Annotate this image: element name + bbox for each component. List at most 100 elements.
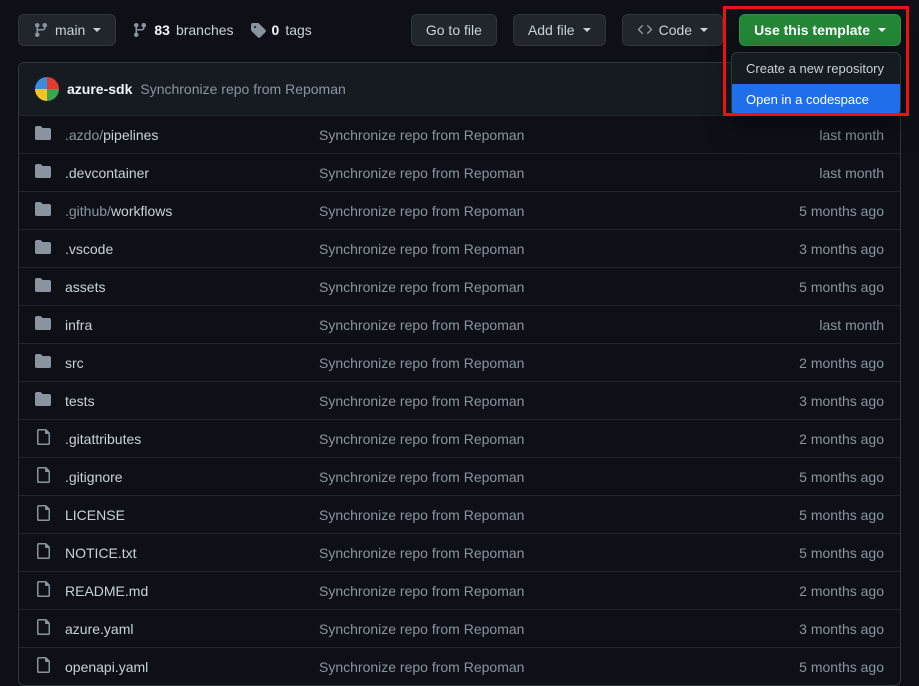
file-date: last month <box>819 165 884 181</box>
go-to-file-button[interactable]: Go to file <box>411 14 497 46</box>
tag-icon <box>250 22 266 38</box>
file-name[interactable]: tests <box>65 393 305 409</box>
use-template-dropdown: Create a new repositoryOpen in a codespa… <box>731 52 901 116</box>
add-file-label: Add file <box>528 22 575 38</box>
table-row: .gitattributes Synchronize repo from Repo… <box>19 419 900 457</box>
file-commit-message[interactable]: Synchronize repo from Repoman <box>319 393 785 409</box>
commit-message[interactable]: Synchronize repo from Repoman <box>140 81 345 97</box>
file-commit-message[interactable]: Synchronize repo from Repoman <box>319 431 785 447</box>
file-name[interactable]: openapi.yaml <box>65 659 305 675</box>
file-commit-message[interactable]: Synchronize repo from Repoman <box>319 621 785 637</box>
table-row: infra Synchronize repo from Repoman last m… <box>19 305 900 343</box>
file-icon <box>35 619 51 638</box>
code-button[interactable]: Code <box>622 14 723 46</box>
file-date: 5 months ago <box>799 545 884 561</box>
file-commit-message[interactable]: Synchronize repo from Repoman <box>319 355 785 371</box>
tags-link[interactable]: 0 tags <box>250 22 312 38</box>
table-row: NOTICE.txt Synchronize repo from Repoman 5… <box>19 533 900 571</box>
file-commit-message[interactable]: Synchronize repo from Repoman <box>319 203 785 219</box>
file-icon <box>35 657 51 676</box>
file-date: 2 months ago <box>799 431 884 447</box>
branch-icon <box>132 22 148 38</box>
folder-icon <box>35 163 51 182</box>
file-commit-message[interactable]: Synchronize repo from Repoman <box>319 317 805 333</box>
branch-name: main <box>55 22 85 38</box>
file-name[interactable]: .vscode <box>65 241 305 257</box>
file-name[interactable]: .gitignore <box>65 469 305 485</box>
file-icon <box>35 581 51 600</box>
file-name[interactable]: src <box>65 355 305 371</box>
file-commit-message[interactable]: Synchronize repo from Repoman <box>319 127 805 143</box>
file-commit-message[interactable]: Synchronize repo from Repoman <box>319 241 785 257</box>
file-icon <box>35 505 51 524</box>
table-row: src Synchronize repo from Repoman 2 months… <box>19 343 900 381</box>
code-icon <box>637 22 653 38</box>
folder-icon <box>35 353 51 372</box>
folder-icon <box>35 277 51 296</box>
file-commit-message[interactable]: Synchronize repo from Repoman <box>319 583 785 599</box>
branches-count: 83 <box>154 22 170 38</box>
file-name[interactable]: README.md <box>65 583 305 599</box>
file-date: 5 months ago <box>799 279 884 295</box>
commit-author[interactable]: azure-sdk <box>67 81 132 97</box>
file-date: 5 months ago <box>799 469 884 485</box>
table-row: .azdo/pipelines Synchronize repo from Rep… <box>19 116 900 153</box>
code-label: Code <box>659 22 692 38</box>
use-template-label: Use this template <box>754 22 870 38</box>
caret-down-icon <box>583 28 591 32</box>
caret-down-icon <box>878 28 886 32</box>
file-name[interactable]: azure.yaml <box>65 621 305 637</box>
file-list-box: azure-sdk Synchronize repo from Repoman … <box>18 62 901 686</box>
table-row: .gitignore Synchronize repo from Repoman 5… <box>19 457 900 495</box>
file-name[interactable]: .devcontainer <box>65 165 305 181</box>
file-name[interactable]: assets <box>65 279 305 295</box>
file-name[interactable]: .gitattributes <box>65 431 305 447</box>
branches-link[interactable]: 83 branches <box>132 22 233 38</box>
file-name[interactable]: .azdo/pipelines <box>65 127 305 143</box>
file-date: 2 months ago <box>799 583 884 599</box>
tags-label: tags <box>285 22 311 38</box>
folder-icon <box>35 201 51 220</box>
table-row: .vscodeSynchronize repo from Repoman3 mo… <box>19 229 900 267</box>
dropdown-item[interactable]: Open in a codespace <box>732 84 900 115</box>
file-commit-message[interactable]: Synchronize repo from Repoman <box>319 469 785 485</box>
file-date: 5 months ago <box>799 203 884 219</box>
file-list: .azdo/pipelines Synchronize repo from Rep… <box>19 116 900 685</box>
file-date: last month <box>819 317 884 333</box>
use-template-button[interactable]: Use this template <box>739 14 901 46</box>
file-commit-message[interactable]: Synchronize repo from Repoman <box>319 659 785 675</box>
file-date: 3 months ago <box>799 621 884 637</box>
file-commit-message[interactable]: Synchronize repo from Repoman <box>319 545 785 561</box>
caret-down-icon <box>700 28 708 32</box>
file-commit-message[interactable]: Synchronize repo from Repoman <box>319 279 785 295</box>
folder-icon <box>35 239 51 258</box>
branch-icon <box>33 22 49 38</box>
file-name[interactable]: LICENSE <box>65 507 305 523</box>
folder-icon <box>35 315 51 334</box>
repo-toolbar: main 83 branches 0 tags Go to file Add f… <box>18 14 901 46</box>
tags-count: 0 <box>272 22 280 38</box>
table-row: LICENSE Synchronize repo from Repoman 5 mo… <box>19 495 900 533</box>
folder-icon <box>35 391 51 410</box>
file-commit-message[interactable]: Synchronize repo from Repoman <box>319 165 805 181</box>
file-name[interactable]: NOTICE.txt <box>65 545 305 561</box>
caret-down-icon <box>93 28 101 32</box>
file-icon <box>35 543 51 562</box>
dropdown-item[interactable]: Create a new repository <box>732 53 900 84</box>
file-date: last month <box>819 127 884 143</box>
file-icon <box>35 467 51 486</box>
table-row: README.md Synchronize repo from Repoman 2 … <box>19 571 900 609</box>
file-date: 5 months ago <box>799 507 884 523</box>
file-commit-message[interactable]: Synchronize repo from Repoman <box>319 507 785 523</box>
file-icon <box>35 429 51 448</box>
table-row: azure.yaml Synchronize repo from Repoman 3… <box>19 609 900 647</box>
file-date: 3 months ago <box>799 393 884 409</box>
branch-select-button[interactable]: main <box>18 14 116 46</box>
file-date: 2 months ago <box>799 355 884 371</box>
file-name[interactable]: .github/workflows <box>65 203 305 219</box>
add-file-button[interactable]: Add file <box>513 14 606 46</box>
file-name[interactable]: infra <box>65 317 305 333</box>
table-row: .github/workflows Synchronize repo from R… <box>19 191 900 229</box>
avatar[interactable] <box>35 77 59 101</box>
table-row: tests Synchronize repo from Repoman 3 mont… <box>19 381 900 419</box>
